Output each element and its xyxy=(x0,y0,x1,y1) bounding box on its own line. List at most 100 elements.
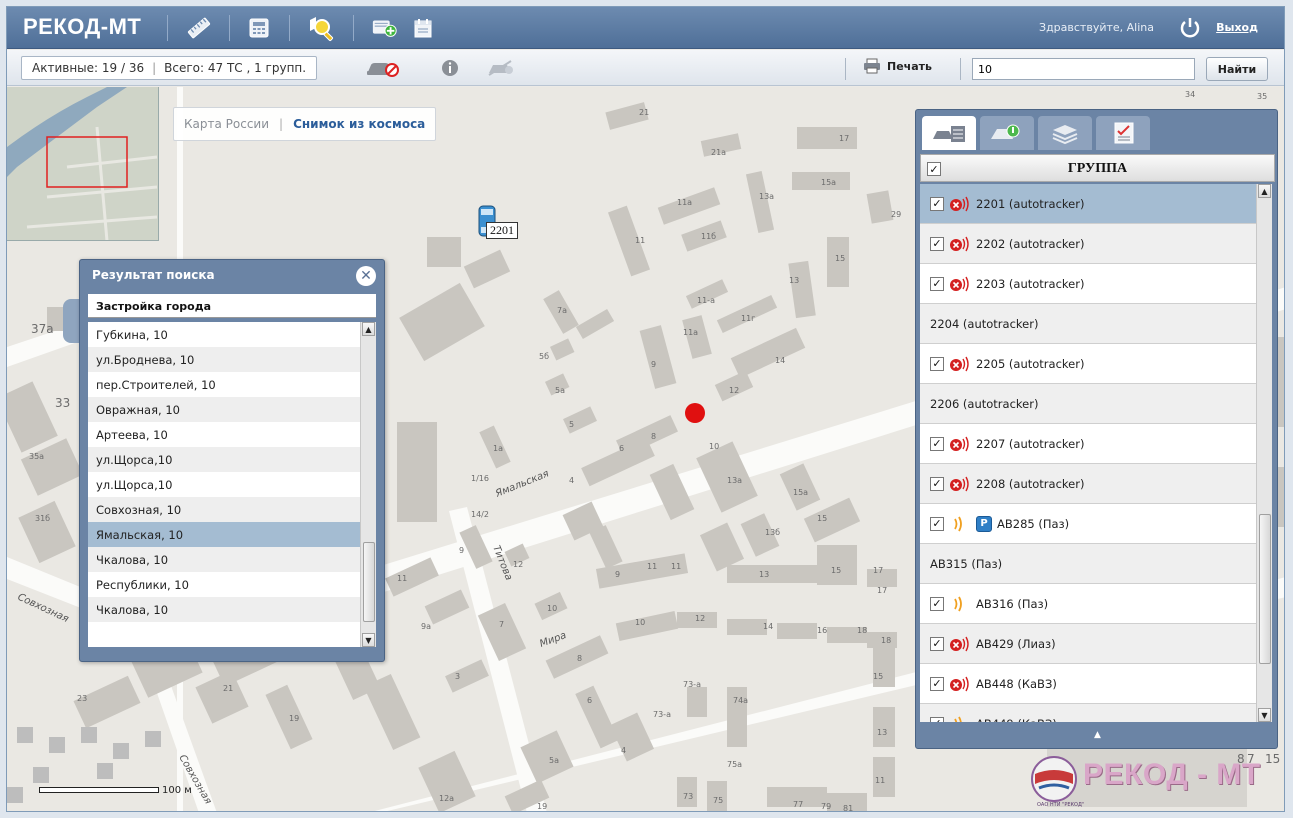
vehicle-row[interactable]: ✓ 2203 (autotracker) xyxy=(920,264,1256,304)
map-type-satellite[interactable]: Снимок из космоса xyxy=(293,117,425,131)
svg-text:14: 14 xyxy=(775,356,785,365)
vehicle-checkbox[interactable]: ✓ xyxy=(930,356,944,371)
group-panel: ✓ ГРУППА ✓ 2201 (autotracker) ✓ 2202 (autot… xyxy=(915,109,1278,749)
no-signal-icon xyxy=(949,196,971,212)
reports-tab-icon[interactable] xyxy=(1096,116,1150,150)
info-icon[interactable] xyxy=(435,56,465,80)
vehicle-list: ✓ 2201 (autotracker) ✓ 2202 (autotracker) ✓ 2… xyxy=(920,184,1256,722)
vehicle-row[interactable]: АВ315 (Паз) xyxy=(920,544,1256,584)
vehicles-list-tab-icon[interactable] xyxy=(922,116,976,150)
car-disabled-icon[interactable] xyxy=(363,56,403,80)
calculator-icon[interactable] xyxy=(245,14,273,42)
vehicle-row[interactable]: ✓ 2205 (autotracker) xyxy=(920,344,1256,384)
header-divider xyxy=(167,15,168,41)
find-button[interactable]: Найти xyxy=(1206,57,1268,81)
vehicle-checkbox[interactable]: ✓ xyxy=(930,716,944,722)
scroll-thumb[interactable] xyxy=(1259,514,1271,664)
search-panel-title: Результат поиска xyxy=(92,268,215,282)
add-vehicle-icon[interactable] xyxy=(371,14,399,42)
svg-text:29: 29 xyxy=(891,210,901,219)
svg-text:8: 8 xyxy=(577,654,582,663)
map-canvas[interactable]: 21 17 21a 15a 11a 13a 11 11б 15 29 13 7a 11-a 11г 11a… xyxy=(7,87,1284,811)
power-icon[interactable] xyxy=(1178,16,1202,40)
vehicle-checkbox[interactable]: ✓ xyxy=(930,516,944,531)
svg-text:34: 34 xyxy=(1185,90,1195,99)
vehicle-checkbox[interactable]: ✓ xyxy=(930,196,944,211)
result-row[interactable]: Совхозная, 10 xyxy=(88,497,360,522)
result-row[interactable]: Ямальская, 10 xyxy=(88,522,360,547)
geozones-tab-icon[interactable] xyxy=(980,116,1034,150)
search-result-marker[interactable] xyxy=(685,403,705,423)
vehicle-checkbox[interactable]: ✓ xyxy=(930,436,944,451)
vehicle-checkbox[interactable]: ✓ xyxy=(930,476,944,491)
vehicle-row[interactable]: ✓ АВ448 (КаВЗ) xyxy=(920,664,1256,704)
svg-text:15a: 15a xyxy=(821,178,836,187)
scroll-thumb[interactable] xyxy=(363,542,375,622)
scroll-down-icon[interactable]: ▼ xyxy=(1258,708,1271,722)
collapse-panel-handle[interactable] xyxy=(63,299,79,343)
svg-text:79: 79 xyxy=(821,802,831,811)
vehicle-checkbox[interactable]: ✓ xyxy=(930,676,944,691)
svg-text:10: 10 xyxy=(709,442,719,451)
close-icon[interactable]: ✕ xyxy=(356,266,376,286)
result-row[interactable]: Чкалова, 10 xyxy=(88,597,360,622)
printer-icon xyxy=(864,58,880,74)
svg-text:5: 5 xyxy=(569,420,574,429)
result-row[interactable]: Чкалова, 10 xyxy=(88,547,360,572)
logout-link[interactable]: Выход xyxy=(1216,21,1258,34)
vehicle-row[interactable]: 2206 (autotracker) xyxy=(920,384,1256,424)
overview-minimap[interactable] xyxy=(7,87,159,241)
svg-text:14: 14 xyxy=(763,622,773,631)
vehicle-row[interactable]: ✓ P АВ285 (Паз) xyxy=(920,504,1256,544)
scroll-up-icon[interactable]: ▲ xyxy=(362,322,375,336)
svg-text:15: 15 xyxy=(817,514,827,523)
signal-icon xyxy=(949,716,971,722)
result-row[interactable]: ул.Броднева, 10 xyxy=(88,347,360,372)
vehicle-list-scrollbar[interactable]: ▲ ▼ xyxy=(1256,184,1272,722)
map-type-switch: Карта России | Снимок из космоса xyxy=(173,107,437,141)
toolbar-divider xyxy=(960,58,961,80)
results-scrollbar[interactable]: ▲ ▼ xyxy=(360,322,376,647)
vehicle-row[interactable]: ✓ 2201 (autotracker) xyxy=(920,184,1256,224)
search-zoom-icon[interactable] xyxy=(307,14,335,42)
result-row[interactable]: Овражная, 10 xyxy=(88,397,360,422)
expand-panel-button[interactable]: ▲ xyxy=(920,724,1275,746)
result-row[interactable]: Губкина, 10 xyxy=(88,322,360,347)
result-row[interactable]: Артеева, 10 xyxy=(88,422,360,447)
ruler-icon[interactable] xyxy=(185,14,213,42)
vehicle-row[interactable]: ✓ 2202 (autotracker) xyxy=(920,224,1256,264)
vehicle-label: АВ285 (Паз) xyxy=(997,516,1070,531)
vehicle-label: АВ449 (КаВЗ) xyxy=(976,717,1057,723)
vehicle-row[interactable]: ✓ 2208 (autotracker) xyxy=(920,464,1256,504)
vehicle-label: 2201 xyxy=(486,222,518,239)
header-divider xyxy=(289,15,290,41)
vehicle-row[interactable]: 2204 (autotracker) xyxy=(920,304,1256,344)
result-row[interactable]: пер.Строителей, 10 xyxy=(88,372,360,397)
vehicle-checkbox[interactable]: ✓ xyxy=(930,276,944,291)
vehicle-label: АВ448 (КаВЗ) xyxy=(976,676,1057,691)
scroll-down-icon[interactable]: ▼ xyxy=(362,633,375,647)
panel-tabs xyxy=(922,116,1150,150)
vehicle-label: 2201 (autotracker) xyxy=(976,196,1085,211)
vehicle-row[interactable]: ✓ АВ429 (Лиаз) xyxy=(920,624,1256,664)
print-button[interactable]: Печать xyxy=(863,58,932,74)
scroll-up-icon[interactable]: ▲ xyxy=(1258,184,1271,198)
svg-text:17: 17 xyxy=(839,134,849,143)
vehicle-label: 2205 (autotracker) xyxy=(976,356,1085,371)
result-row[interactable]: ул.Щорса,10 xyxy=(88,447,360,472)
app-window: РЕКОД-МТ Здравствуйте, Alina Выход Актив… xyxy=(6,6,1285,812)
calendar-icon[interactable] xyxy=(409,14,437,42)
result-row[interactable]: ул.Щорса,10 xyxy=(88,472,360,497)
vehicle-checkbox[interactable]: ✓ xyxy=(930,236,944,251)
hide-tracks-icon[interactable] xyxy=(483,56,519,80)
vehicle-row[interactable]: ✓ АВ449 (КаВЗ) xyxy=(920,704,1256,722)
vehicle-row[interactable]: ✓ АВ316 (Паз) xyxy=(920,584,1256,624)
search-input[interactable] xyxy=(972,58,1195,80)
result-row[interactable]: Республики, 10 xyxy=(88,572,360,597)
svg-text:13: 13 xyxy=(877,728,887,737)
vehicle-checkbox[interactable]: ✓ xyxy=(930,596,944,611)
layers-tab-icon[interactable] xyxy=(1038,116,1092,150)
vehicle-row[interactable]: ✓ 2207 (autotracker) xyxy=(920,424,1256,464)
map-type-russia[interactable]: Карта России xyxy=(184,117,269,131)
vehicle-checkbox[interactable]: ✓ xyxy=(930,636,944,651)
